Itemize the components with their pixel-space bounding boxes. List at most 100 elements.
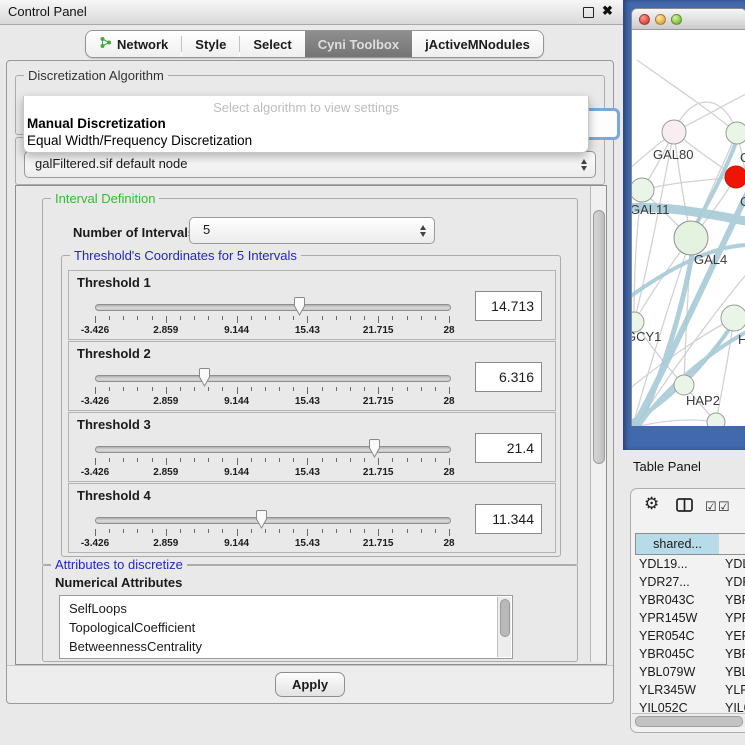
network-node[interactable]: [726, 122, 745, 144]
threshold-value-field[interactable]: 14.713: [475, 291, 542, 321]
checkbox-icon[interactable]: ☑: [718, 499, 730, 515]
network-node-label: GAL4: [694, 252, 727, 267]
close-icon[interactable]: ✖: [602, 3, 613, 19]
numerical-attributes-list[interactable]: SelfLoopsTopologicalCoefficientBetweenne…: [59, 595, 513, 659]
threshold-value-field[interactable]: 21.4: [475, 433, 542, 463]
scale-label: 9.144: [224, 538, 249, 549]
tab-select[interactable]: Select: [240, 31, 304, 57]
scale-label: -3.426: [81, 467, 109, 478]
float-window-icon[interactable]: [583, 7, 594, 18]
discretization-algorithm-group-title: Discretization Algorithm: [24, 68, 168, 83]
threshold-label: Threshold 4: [77, 488, 151, 503]
table-row[interactable]: YPR145WYPR145W: [631, 610, 745, 628]
network-node[interactable]: [674, 221, 708, 255]
settings-scrollbar-thumb[interactable]: [593, 210, 605, 464]
tab-jactivemnodules[interactable]: jActiveMNodules: [412, 31, 543, 57]
table-row[interactable]: YLR345WYLR345W: [631, 682, 745, 700]
panel-title: Control Panel: [8, 4, 87, 19]
cell-name: YIL052C: [725, 701, 745, 713]
threshold-slider[interactable]: -3.4262.8599.14415.4321.71528: [91, 439, 455, 479]
scale-label: 21.715: [363, 396, 394, 407]
algorithm-option[interactable]: Equal Width/Frequency Discretization: [24, 132, 588, 149]
list-scrollbar-thumb[interactable]: [500, 599, 510, 637]
table-row[interactable]: YIL052CYIL052C: [631, 700, 745, 713]
control-panel-titlebar: Control Panel ✖: [0, 0, 623, 25]
network-node[interactable]: [721, 305, 745, 331]
apply-row: Apply: [7, 665, 613, 703]
table-row[interactable]: YBL079WYBL079W: [631, 664, 745, 682]
scale-label: 21.715: [363, 325, 394, 336]
close-traffic-light[interactable]: [639, 14, 650, 25]
table-row[interactable]: YBR043CYBR043C: [631, 592, 745, 610]
list-scrollbar[interactable]: [497, 597, 511, 657]
tab-style[interactable]: Style: [182, 31, 239, 57]
attribute-items: SelfLoopsTopologicalCoefficientBetweenne…: [60, 596, 512, 656]
cyni-toolbox-panel: Discretization Algorithm Select algorith…: [6, 60, 614, 704]
network-node-label: HAP2: [686, 393, 720, 408]
tab-cyni-toolbox[interactable]: Cyni Toolbox: [305, 31, 412, 57]
slider-track[interactable]: [95, 446, 451, 453]
slider-thumb[interactable]: [254, 510, 269, 530]
threshold-slider[interactable]: -3.4262.8599.14415.4321.71528: [91, 510, 455, 550]
algorithm-option[interactable]: Manual Discretization: [24, 115, 588, 132]
network-node[interactable]: [725, 166, 745, 188]
checkbox-icon[interactable]: ☑: [705, 499, 717, 515]
network-view-window: GAL80GCGAL11GAL4GCY1HHAP2: [631, 8, 745, 426]
table-row[interactable]: YBR045CYBR045C: [631, 646, 745, 664]
tab-label: Cyni Toolbox: [318, 37, 399, 52]
threshold-slider[interactable]: -3.4262.8599.14415.4321.71528: [91, 368, 455, 408]
attributes-group-title: Attributes to discretize: [51, 557, 187, 572]
attribute-list-item[interactable]: SelfLoops: [60, 599, 512, 618]
network-window-titlebar: [632, 9, 745, 30]
attribute-list-item[interactable]: TopologicalCoefficient: [60, 618, 512, 637]
interval-definition-title: Interval Definition: [51, 191, 159, 206]
table-panel-title: Table Panel: [633, 459, 701, 474]
table-rows: YDL19...YDL19...YDR27...YDR27...YBR043CY…: [631, 556, 745, 713]
table-data-combobox[interactable]: galFiltered.sif default node: [24, 151, 596, 178]
application-window: Control Panel ✖ NetworkStyleSelect Cyni T…: [0, 0, 745, 745]
zoom-traffic-light[interactable]: [671, 14, 682, 25]
minimize-traffic-light[interactable]: [655, 14, 666, 25]
column-header-name[interactable]: name: [719, 533, 745, 555]
algorithm-options: Manual DiscretizationEqual Width/Frequen…: [24, 115, 588, 149]
threshold-value-field[interactable]: 6.316: [475, 362, 542, 392]
scale-label: 9.144: [224, 325, 249, 336]
slider-ticks: [91, 529, 455, 537]
slider-thumb[interactable]: [197, 368, 212, 388]
attribute-list-item[interactable]: BetweennessCentrality: [60, 637, 512, 656]
slider-tick-labels: -3.4262.8599.14415.4321.71528: [91, 538, 455, 549]
slider-track[interactable]: [95, 304, 451, 311]
cell-shared-name: YBR043C: [639, 593, 717, 607]
cell-shared-name: YPR145W: [639, 611, 717, 625]
threshold-label: Threshold 3: [77, 417, 151, 432]
number-of-intervals-value: 5: [203, 222, 210, 237]
slider-thumb[interactable]: [367, 439, 382, 459]
threshold-slider[interactable]: -3.4262.8599.14415.4321.71528: [91, 297, 455, 337]
threshold-value-field[interactable]: 11.344: [475, 504, 542, 534]
columns-icon[interactable]: [676, 498, 694, 518]
network-node[interactable]: [662, 120, 686, 144]
number-of-intervals-spinner[interactable]: 5: [189, 217, 435, 244]
slider-thumb[interactable]: [292, 297, 307, 317]
table-row[interactable]: YER054CYER054C: [631, 628, 745, 646]
network-node[interactable]: [674, 375, 694, 395]
tab-network[interactable]: Network: [86, 31, 181, 57]
scale-label: 15.43: [295, 467, 320, 478]
cell-shared-name: YBL079W: [639, 665, 717, 679]
network-canvas[interactable]: GAL80GCGAL11GAL4GCY1HHAP2: [632, 30, 745, 426]
network-node[interactable]: [632, 178, 654, 202]
table-row[interactable]: YDL19...YDL19...: [631, 556, 745, 574]
apply-button[interactable]: Apply: [275, 672, 345, 697]
settings-scrollbar[interactable]: [590, 186, 606, 662]
table-horizontal-scrollbar[interactable]: [632, 713, 745, 727]
slider-track[interactable]: [95, 517, 451, 524]
table-row[interactable]: YDR27...YDR27...: [631, 574, 745, 592]
scale-label: -3.426: [81, 325, 109, 336]
scale-label: 15.43: [295, 538, 320, 549]
gear-icon[interactable]: ⚙: [644, 494, 659, 514]
network-node[interactable]: [707, 413, 725, 426]
cell-name: YDL19...: [725, 557, 745, 571]
slider-track[interactable]: [95, 375, 451, 382]
column-header-shared-name[interactable]: shared...: [635, 533, 720, 555]
table-hscrollbar-thumb[interactable]: [635, 716, 743, 727]
